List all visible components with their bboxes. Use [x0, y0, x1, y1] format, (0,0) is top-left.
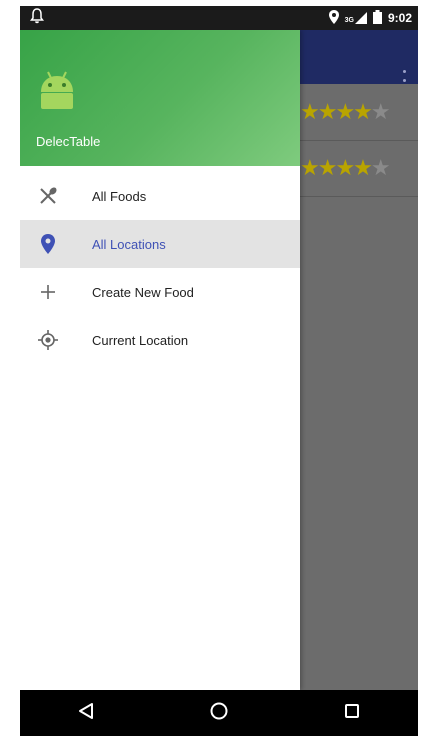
android-logo-icon	[38, 70, 76, 110]
list-item[interactable]: ★★★★★	[300, 140, 418, 197]
drawer-item-all-locations[interactable]: All Locations	[20, 220, 300, 268]
status-bar: 3G 9:02	[20, 6, 418, 30]
drawer-menu: All Foods All Locations Create New Food …	[20, 172, 300, 364]
home-button[interactable]	[199, 693, 239, 733]
rating-stars: ★★★★★	[300, 99, 391, 124]
status-time: 9:02	[387, 11, 412, 25]
notification-bell-icon	[30, 7, 44, 29]
signal-icon: 3G	[345, 12, 367, 24]
drawer-item-current-location[interactable]: Current Location	[20, 316, 300, 364]
network-type: 3G	[344, 17, 354, 24]
back-button[interactable]	[66, 693, 106, 733]
navigation-drawer: DelecTable All Foods All Locations Creat…	[20, 30, 300, 690]
recents-icon	[344, 703, 360, 724]
rating-stars: ★★★★★	[300, 155, 391, 180]
drawer-item-create-new-food[interactable]: Create New Food	[20, 268, 300, 316]
gps-target-icon	[36, 328, 60, 352]
back-icon	[77, 702, 95, 725]
phone-screen: 3G 9:02 ★★★★★ ★★★★★ DelecTable All Foods…	[20, 6, 418, 736]
plus-icon	[36, 280, 60, 304]
location-pin-icon	[36, 232, 60, 256]
drawer-header: DelecTable	[20, 30, 300, 166]
list-item[interactable]: ★★★★★	[300, 84, 418, 141]
battery-icon	[372, 9, 382, 27]
drawer-item-label: Current Location	[92, 332, 189, 348]
drawer-item-label: Create New Food	[92, 284, 194, 300]
location-icon	[328, 9, 339, 27]
app-name: DelecTable	[36, 134, 101, 149]
home-icon	[209, 701, 229, 726]
recents-button[interactable]	[332, 693, 372, 733]
drawer-item-label: All Locations	[92, 236, 166, 252]
fork-knife-icon	[36, 184, 60, 208]
system-nav-bar	[20, 690, 418, 736]
drawer-item-all-foods[interactable]: All Foods	[20, 172, 300, 220]
drawer-item-label: All Foods	[92, 188, 147, 204]
